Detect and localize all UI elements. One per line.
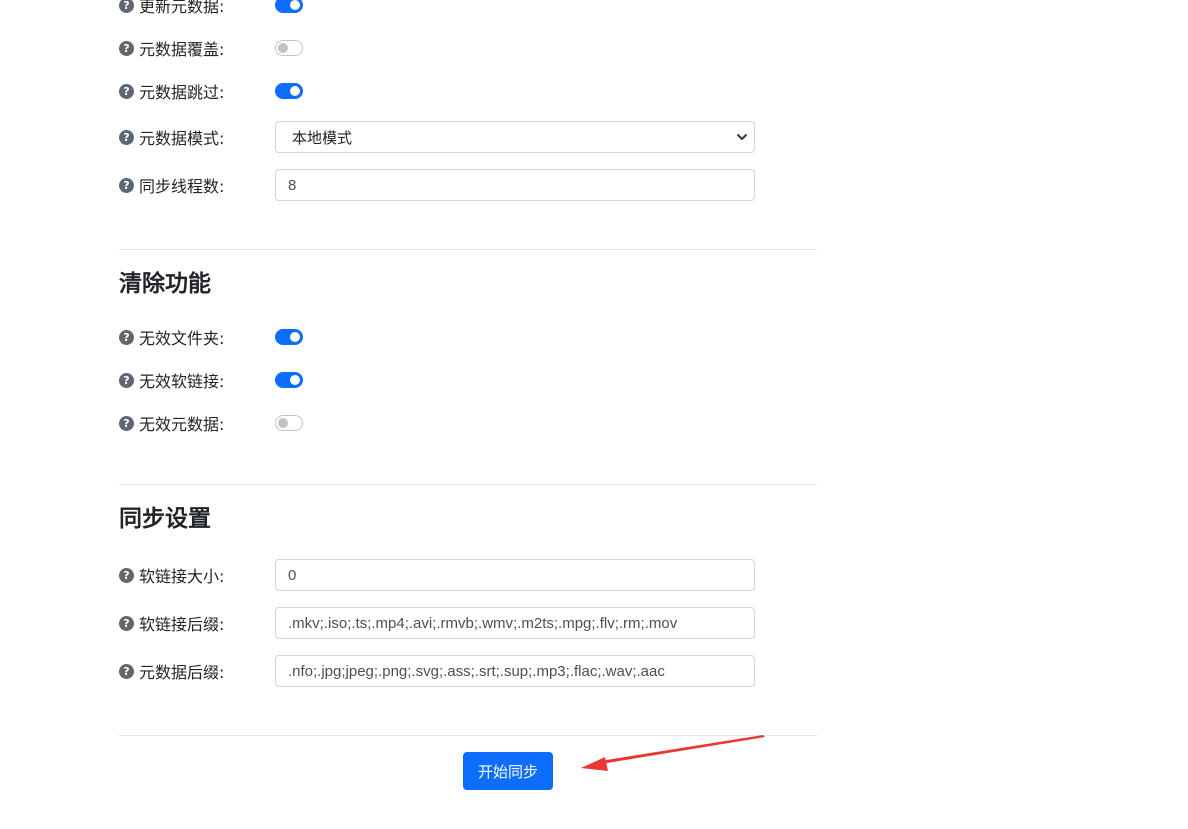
chevron-down-icon: [737, 134, 747, 140]
setting-row-sync-threads: ? 同步线程数: 8: [119, 169, 759, 201]
setting-row-metadata-mode: ? 元数据模式: 本地模式: [119, 121, 759, 153]
toggle-invalid-symlinks[interactable]: [275, 372, 303, 388]
toggle-knob: [290, 0, 300, 10]
toggle-knob: [290, 375, 300, 385]
setting-label: 元数据跳过:: [139, 83, 225, 102]
toggle-invalid-metadata[interactable]: [275, 415, 303, 431]
arrow-head: [581, 757, 608, 771]
toggle-invalid-folders[interactable]: [275, 329, 303, 345]
setting-row-invalid-symlinks: ? 无效软链接:: [119, 364, 759, 396]
metadata-extensions-input[interactable]: .nfo;.jpg;jpeg;.png;.svg;.ass;.srt;.sup;…: [275, 655, 755, 687]
help-icon[interactable]: ?: [119, 663, 134, 679]
help-icon[interactable]: ?: [119, 615, 134, 631]
section-divider: [119, 484, 817, 485]
arrow-shaft: [600, 735, 765, 764]
setting-row-update-metadata: ? 更新元数据:: [119, 0, 759, 21]
help-icon[interactable]: ?: [119, 567, 134, 583]
setting-row-metadata-extensions: ? 元数据后缀: .nfo;.jpg;jpeg;.png;.svg;.ass;.…: [119, 655, 759, 687]
red-arrow-annotation: [581, 735, 765, 771]
setting-row-metadata-skip: ? 元数据跳过:: [119, 75, 759, 107]
toggle-knob: [278, 418, 288, 428]
setting-label: 元数据模式:: [139, 129, 225, 148]
toggle-metadata-overwrite[interactable]: [275, 40, 303, 56]
help-icon[interactable]: ?: [119, 415, 134, 431]
symlink-size-input[interactable]: 0: [275, 559, 755, 591]
setting-label: 无效文件夹:: [139, 329, 225, 348]
setting-label: 同步线程数:: [139, 177, 225, 196]
setting-label: 元数据覆盖:: [139, 40, 225, 59]
help-icon[interactable]: ?: [119, 0, 134, 13]
section-divider: [119, 249, 817, 250]
setting-label: 更新元数据:: [139, 0, 225, 16]
toggle-update-metadata[interactable]: [275, 0, 303, 13]
toggle-knob: [290, 332, 300, 342]
setting-row-invalid-folders: ? 无效文件夹:: [119, 321, 759, 353]
setting-row-metadata-overwrite: ? 元数据覆盖:: [119, 32, 759, 64]
setting-label: 软链接大小:: [139, 567, 225, 586]
setting-label: 软链接后缀:: [139, 615, 225, 634]
toggle-metadata-skip[interactable]: [275, 83, 303, 99]
setting-label: 元数据后缀:: [139, 663, 225, 682]
sync-threads-input[interactable]: 8: [275, 169, 755, 201]
toggle-knob: [278, 43, 288, 53]
setting-row-symlink-size: ? 软链接大小: 0: [119, 559, 759, 591]
toggle-knob: [290, 86, 300, 96]
help-icon[interactable]: ?: [119, 177, 134, 193]
setting-label: 无效软链接:: [139, 372, 225, 391]
help-icon[interactable]: ?: [119, 372, 134, 388]
setting-row-symlink-extensions: ? 软链接后缀: .mkv;.iso;.ts;.mp4;.avi;.rmvb;.…: [119, 607, 759, 639]
help-icon[interactable]: ?: [119, 40, 134, 56]
symlink-extensions-input[interactable]: .mkv;.iso;.ts;.mp4;.avi;.rmvb;.wmv;.m2ts…: [275, 607, 755, 639]
metadata-mode-select[interactable]: 本地模式: [275, 121, 755, 153]
setting-label: 无效元数据:: [139, 415, 225, 434]
start-sync-button[interactable]: 开始同步: [463, 752, 553, 790]
sync-settings-page: ? 更新元数据: ? 元数据覆盖: ? 元数据跳过: ? 元数据模式: 本地模式: [0, 0, 1188, 829]
section-title-clean: 清除功能: [119, 271, 211, 297]
section-title-sync: 同步设置: [119, 506, 211, 532]
help-icon[interactable]: ?: [119, 329, 134, 345]
help-icon[interactable]: ?: [119, 129, 134, 145]
setting-row-invalid-metadata: ? 无效元数据:: [119, 407, 759, 439]
select-value: 本地模式: [292, 129, 353, 147]
help-icon[interactable]: ?: [119, 83, 134, 99]
